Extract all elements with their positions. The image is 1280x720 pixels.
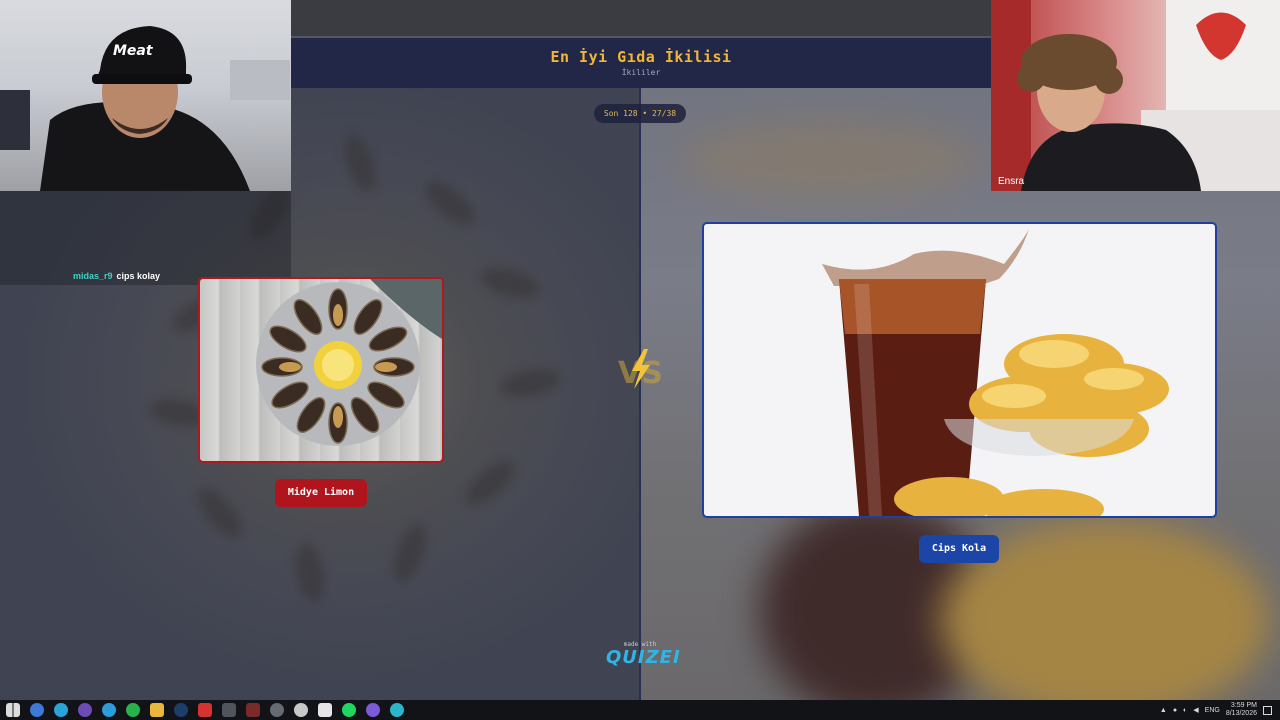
streamer-person: Meat	[0, 26, 290, 191]
choice-label-right[interactable]: Cips Kola	[919, 535, 999, 563]
app-icon-2[interactable]	[246, 703, 260, 717]
obs-icon[interactable]	[78, 703, 92, 717]
telegram-icon[interactable]	[102, 703, 116, 717]
pdf-icon[interactable]	[198, 703, 212, 717]
clock-time: 3:59 PM	[1230, 702, 1257, 709]
spotify-icon[interactable]	[342, 703, 356, 717]
windows-taskbar: ▲ ● ◐ ◀ ENG 3:59 PM 8/13/2026	[0, 700, 1280, 720]
webcam-name-tag: Ensra	[998, 176, 1025, 187]
quiz-title: En İyi Gıda İkilisi	[550, 48, 732, 66]
svg-text:Meat: Meat	[113, 43, 154, 59]
game-icon[interactable]	[318, 703, 332, 717]
stuffed-mussels-image	[256, 279, 442, 446]
chat-username: midas_r9	[73, 271, 113, 281]
choice-card-left[interactable]	[198, 277, 444, 463]
app-icon[interactable]	[222, 703, 236, 717]
whatsapp-icon[interactable]	[126, 703, 140, 717]
language-indicator[interactable]: ENG	[1205, 707, 1220, 714]
guest-person	[991, 0, 1280, 191]
chat-text: cips kolay	[116, 271, 161, 281]
tray-chevron-icon[interactable]: ▲	[1160, 707, 1167, 714]
steam-icon[interactable]	[174, 703, 188, 717]
clock-date: 8/13/2026	[1225, 710, 1257, 717]
chrome-icon[interactable]	[294, 703, 308, 717]
settings-icon[interactable]	[270, 703, 284, 717]
quiz-screen: En İyi Gıda İkilisi İkililer Son 128 • 2…	[0, 0, 1280, 700]
webcam-left: Meat	[0, 0, 291, 191]
center-divider	[639, 88, 641, 700]
notification-icon[interactable]	[1263, 705, 1272, 715]
quiz-subtitle: İkililer	[621, 68, 661, 77]
quizei-logo: QUIZEI	[606, 647, 681, 668]
search-icon[interactable]	[30, 703, 44, 717]
vs-lightning-icon: VS	[618, 349, 663, 391]
microphone-icon[interactable]: ●	[1173, 707, 1177, 714]
browser-top-strip	[291, 0, 991, 38]
made-with-quizei-badge[interactable]: made with QUIZEI	[606, 641, 681, 675]
browser-icon[interactable]	[390, 703, 404, 717]
chat-message: midas_r9 cips kolay	[73, 271, 160, 281]
file-explorer-icon[interactable]	[150, 703, 164, 717]
volume-icon[interactable]: ◀	[1193, 706, 1198, 714]
network-icon[interactable]: ◐	[1183, 707, 1187, 714]
edge-icon[interactable]	[54, 703, 68, 717]
round-progress-badge: Son 128 • 27/38	[594, 104, 686, 123]
system-tray: ▲ ● ◐ ◀ ENG 3:59 PM 8/13/2026	[1160, 700, 1272, 720]
choice-card-right[interactable]	[702, 222, 1217, 518]
choice-label-left[interactable]: Midye Limon	[275, 479, 367, 507]
webcam-right	[991, 0, 1280, 191]
discord-icon[interactable]	[366, 703, 380, 717]
cola-and-chips-image	[822, 229, 1169, 516]
windows-start-icon[interactable]	[6, 703, 20, 717]
quiz-header: En İyi Gıda İkilisi İkililer	[291, 38, 991, 88]
taskbar-clock[interactable]: 3:59 PM 8/13/2026	[1226, 702, 1257, 718]
